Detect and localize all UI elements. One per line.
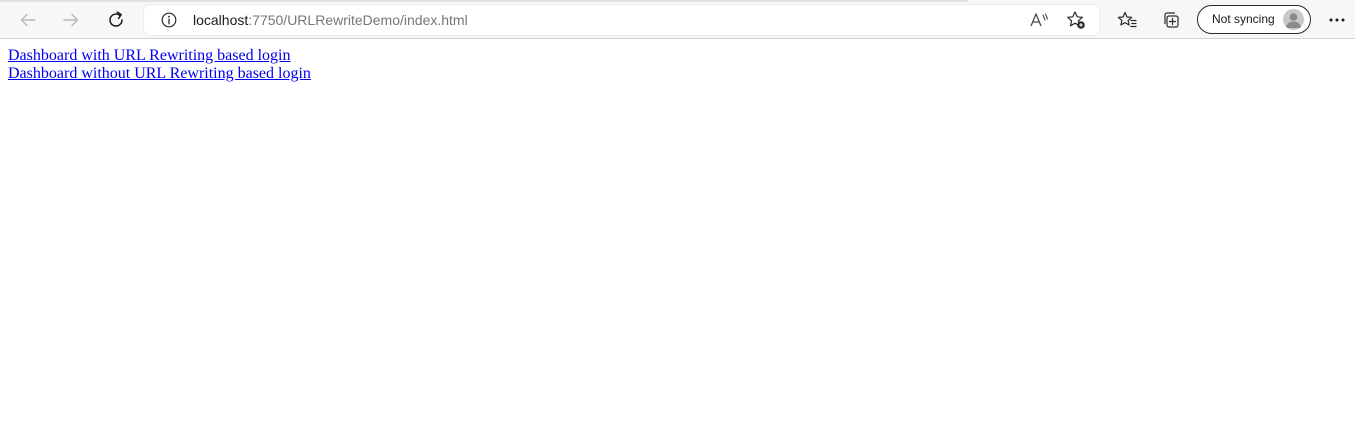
star-add-icon (1067, 11, 1085, 29)
more-dots-icon (1329, 18, 1345, 22)
read-aloud-icon (1030, 13, 1049, 27)
info-icon[interactable] (161, 12, 177, 28)
page-content: Dashboard with URL Rewriting based login… (8, 47, 311, 83)
url-host: localhost (193, 12, 249, 28)
dashboard-with-url-rewriting-link[interactable]: Dashboard with URL Rewriting based login (8, 47, 311, 65)
settings-menu-button[interactable] (1323, 6, 1351, 34)
forward-arrow-icon (63, 13, 79, 27)
favorites-icon (1117, 11, 1137, 28)
profile-sync-button[interactable]: Not syncing (1197, 5, 1311, 34)
favorites-button[interactable] (1113, 6, 1141, 34)
back-arrow-icon (20, 13, 36, 27)
avatar-icon (1283, 9, 1304, 30)
loading-bar (0, 0, 968, 2)
url-text[interactable]: localhost:7750/URLRewriteDemo/index.html (193, 5, 468, 35)
dashboard-without-url-rewriting-link[interactable]: Dashboard without URL Rewriting based lo… (8, 65, 311, 83)
forward-button[interactable] (57, 6, 85, 34)
collections-icon (1164, 12, 1179, 28)
sync-status-label: Not syncing (1212, 12, 1275, 26)
browser-toolbar: localhost:7750/URLRewriteDemo/index.html (0, 0, 1355, 39)
refresh-button[interactable] (102, 6, 130, 34)
add-favorite-button[interactable] (1065, 9, 1087, 31)
collections-button[interactable] (1157, 6, 1185, 34)
url-path: :7750/URLRewriteDemo/index.html (248, 12, 468, 28)
read-aloud-button[interactable] (1028, 9, 1050, 31)
refresh-icon (109, 11, 123, 27)
address-bar[interactable]: localhost:7750/URLRewriteDemo/index.html (144, 5, 1099, 35)
back-button[interactable] (14, 6, 42, 34)
